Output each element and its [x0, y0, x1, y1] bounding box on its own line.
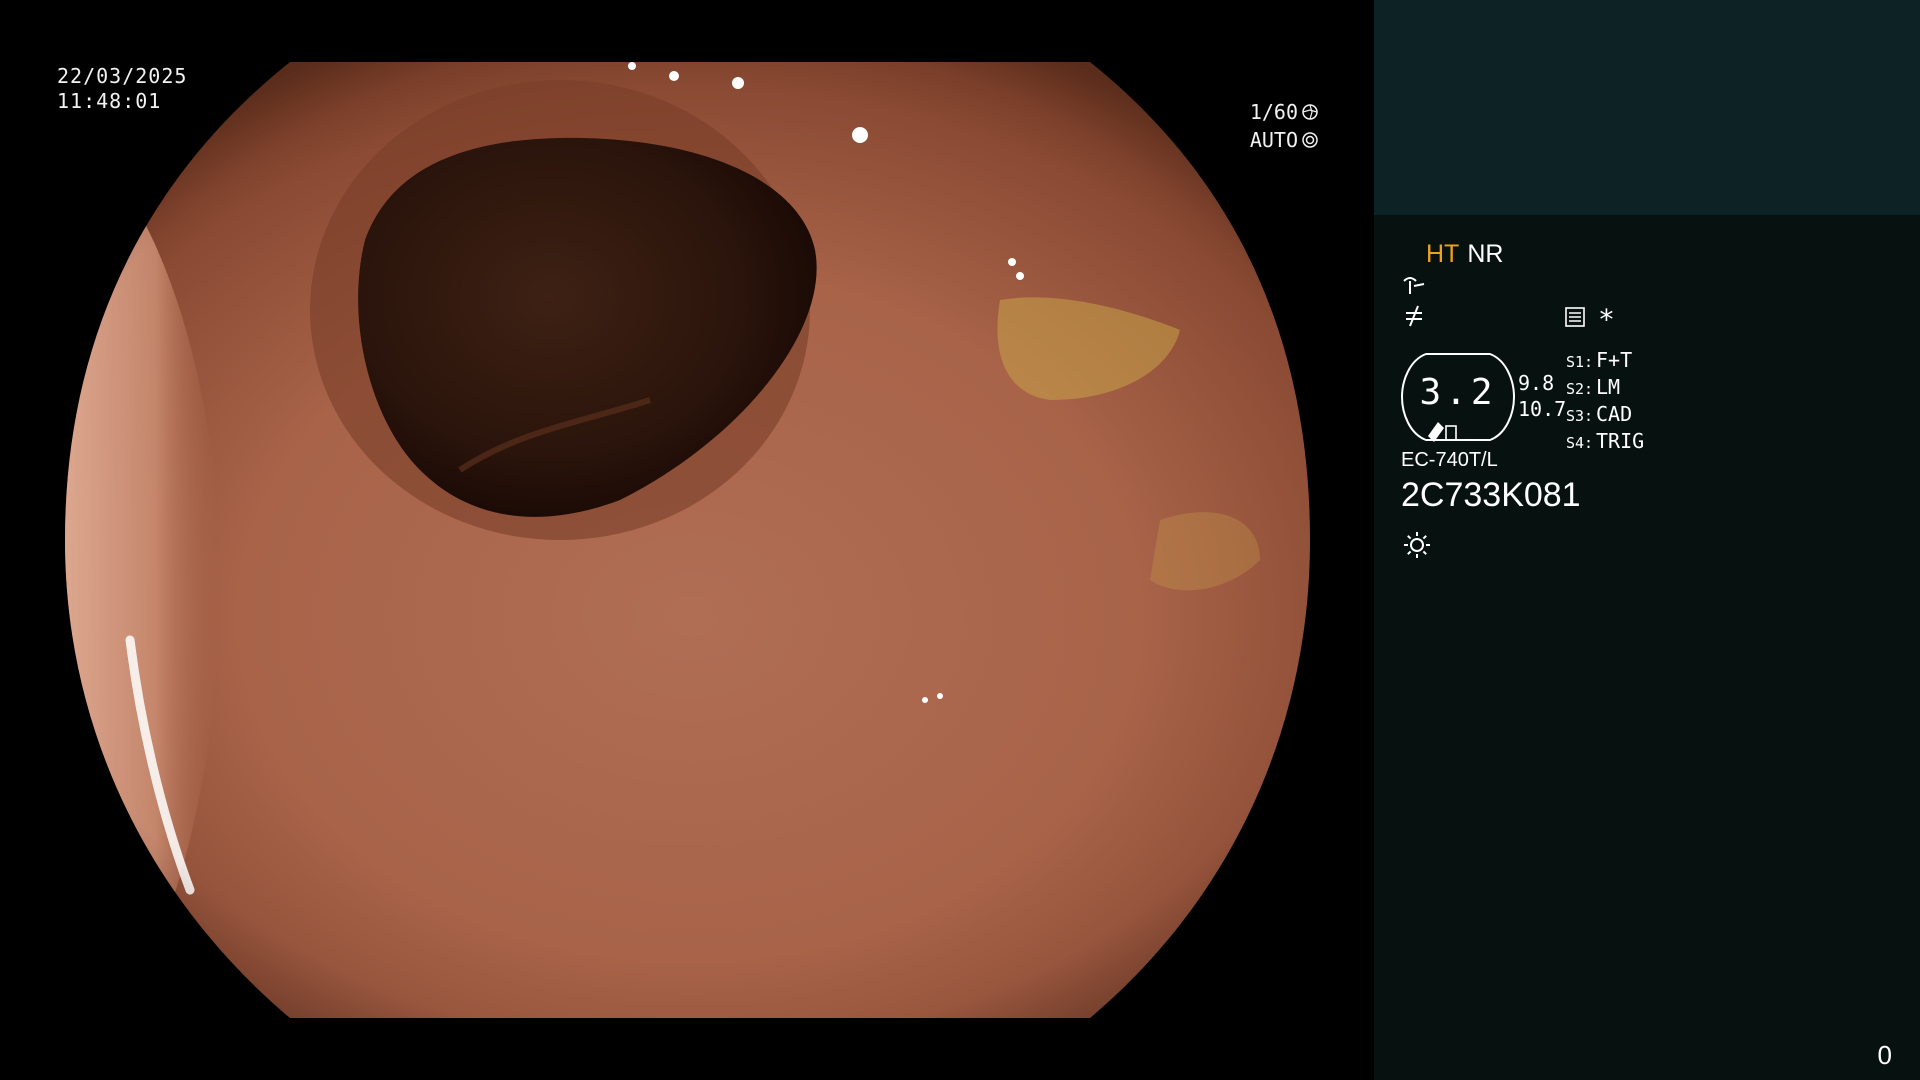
star-indicator: *: [1598, 303, 1615, 336]
scope-model: EC-740T/L: [1401, 449, 1498, 471]
scope-switch-list: S1: F+T S2: LM S3: CAD S4: TRIG: [1566, 348, 1644, 456]
switch-key: S1:: [1566, 353, 1594, 371]
switch-value: F+T: [1596, 348, 1633, 372]
switch-value: CAD: [1596, 402, 1633, 426]
status-panel: HT NR * 3.2 9.8 10.7 S1: F+T S2: LM S3: CAD …: [1374, 0, 1920, 1080]
mode-nr-label: NR: [1467, 240, 1504, 268]
timestamp: 22/03/2025 11:48:01: [57, 64, 187, 114]
switch-key: S3:: [1566, 407, 1594, 425]
menu-icon: [1565, 307, 1585, 327]
zoom-value: 3.2: [1419, 372, 1497, 413]
color-enhance-icon: [1406, 305, 1422, 327]
switch-s3: S3: CAD: [1566, 402, 1644, 429]
aperture-icon: [1302, 104, 1318, 120]
switch-s2: S2: LM: [1566, 375, 1644, 402]
mode-ht-label: HT: [1426, 240, 1460, 268]
sun-icon: [1404, 532, 1430, 558]
switch-key: S4:: [1566, 434, 1594, 452]
endoscopic-image: [65, 62, 1310, 1018]
endoscope-viewport: 22/03/2025 11:48:01 1/60 AUTO: [0, 0, 1374, 1080]
panel-header-area: [1374, 0, 1920, 215]
switch-s4: S4: TRIG: [1566, 429, 1644, 456]
structure-enhance-icon: [1403, 277, 1425, 294]
scope-serial: 2C733K081: [1401, 476, 1581, 514]
iris-icon: [1302, 132, 1318, 148]
time-label: 11:48:01: [57, 89, 162, 113]
ratio-values: 9.8 10.7: [1518, 370, 1566, 422]
switch-key: S2:: [1566, 380, 1594, 398]
switch-value: LM: [1596, 375, 1621, 399]
frame-counter: 0: [1877, 1040, 1892, 1070]
iris-label: AUTO: [1249, 128, 1298, 152]
exposure-settings: 1/60 AUTO: [1250, 98, 1318, 154]
switch-value: TRIG: [1596, 429, 1645, 453]
date-label: 22/03/2025: [57, 64, 188, 88]
switch-s1: S1: F+T: [1566, 348, 1644, 375]
ratio-bottom: 10.7: [1518, 397, 1567, 421]
shutter-label: 1/60: [1249, 100, 1298, 124]
ratio-top: 9.8: [1518, 371, 1555, 395]
image-mode-indicator: HT NR: [1426, 240, 1503, 269]
